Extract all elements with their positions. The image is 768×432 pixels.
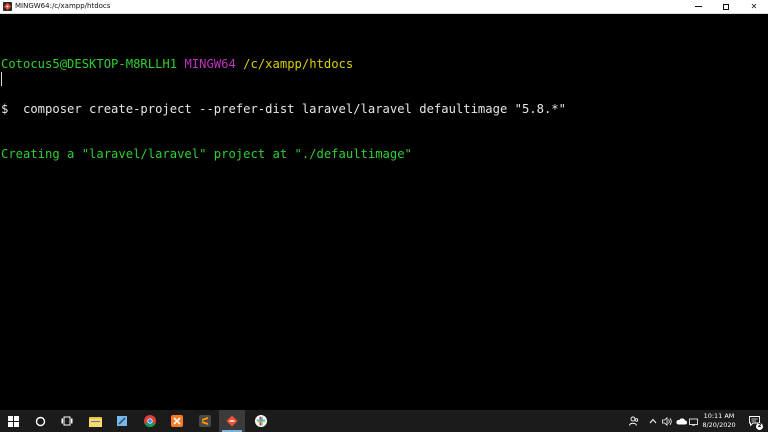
clock-time: 10:11 AM xyxy=(703,412,735,420)
taskbar-file-explorer[interactable] xyxy=(82,410,108,432)
restore-icon xyxy=(723,3,729,10)
show-hidden-icons-button[interactable] xyxy=(647,410,659,432)
taskbar-sublime-text[interactable] xyxy=(192,410,218,432)
taskbar-slack[interactable] xyxy=(248,410,274,432)
taskbar-git-bash[interactable] xyxy=(219,410,245,432)
people-icon xyxy=(629,416,639,426)
taskbar-clock[interactable]: 10:11 AM 8/20/2020 xyxy=(697,412,741,430)
git-bash-icon xyxy=(3,2,12,11)
command-line: $ composer create-project --prefer-dist … xyxy=(1,102,566,116)
start-button[interactable] xyxy=(0,410,26,432)
taskbar-xampp[interactable] xyxy=(164,410,190,432)
xampp-icon xyxy=(171,415,183,427)
volume-icon xyxy=(662,416,672,426)
task-view-button[interactable] xyxy=(54,410,80,432)
taskbar-notepad[interactable] xyxy=(109,410,135,432)
onedrive-button[interactable] xyxy=(675,410,687,432)
chrome-icon xyxy=(144,415,156,427)
clock-date: 8/20/2020 xyxy=(702,421,736,429)
terminal-output: Cotocus5@DESKTOP-M8RLLH1 MINGW64 /c/xamp… xyxy=(1,27,566,192)
action-center-button[interactable]: 2 xyxy=(744,410,764,432)
close-icon: ✕ xyxy=(750,2,758,11)
close-button[interactable]: ✕ xyxy=(740,0,768,13)
window-titlebar[interactable]: MINGW64:/c/xampp/htdocs ✕ xyxy=(0,0,768,14)
terminal-area[interactable]: Cotocus5@DESKTOP-M8RLLH1 MINGW64 /c/xamp… xyxy=(0,14,768,410)
chevron-up-icon xyxy=(649,418,657,424)
minimize-icon xyxy=(694,6,702,7)
taskbar-chrome[interactable] xyxy=(137,410,163,432)
minimize-button[interactable] xyxy=(684,0,712,13)
window-title: MINGW64:/c/xampp/htdocs xyxy=(15,2,111,10)
prompt-user-host: Cotocus5@DESKTOP-M8RLLH1 xyxy=(1,57,178,71)
prompt-line: Cotocus5@DESKTOP-M8RLLH1 MINGW64 /c/xamp… xyxy=(1,57,566,72)
slack-icon xyxy=(255,415,267,427)
text-cursor xyxy=(1,72,2,86)
notification-count-badge: 2 xyxy=(756,423,763,430)
people-button[interactable] xyxy=(626,410,642,432)
notepad-icon xyxy=(117,416,127,426)
search-icon xyxy=(35,416,45,426)
prompt-shell: MINGW64 xyxy=(184,57,236,71)
start-icon xyxy=(7,415,19,427)
file-explorer-icon xyxy=(88,416,102,427)
maximize-button[interactable] xyxy=(712,0,740,13)
output-line: Creating a "laravel/laravel" project at … xyxy=(1,147,412,161)
volume-button[interactable] xyxy=(661,410,674,432)
sublime-text-icon xyxy=(199,415,211,427)
git-bash-icon xyxy=(226,415,238,427)
prompt-path: /c/xampp/htdocs xyxy=(243,57,354,71)
onedrive-icon xyxy=(675,417,687,424)
taskbar: 10:11 AM 8/20/2020 2 xyxy=(0,410,768,432)
task-view-icon xyxy=(61,416,73,426)
search-button[interactable] xyxy=(27,410,53,432)
